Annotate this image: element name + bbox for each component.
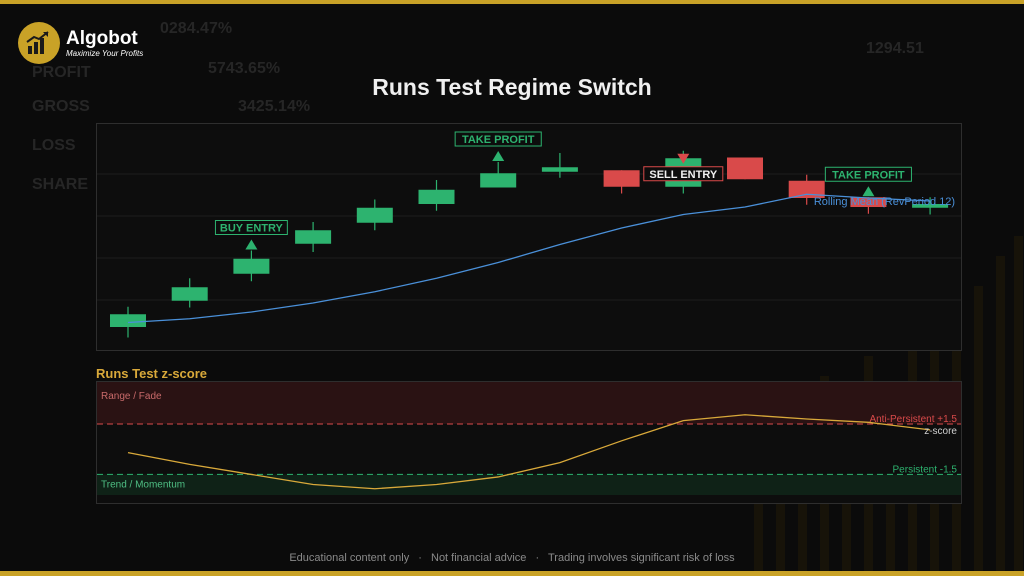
zone-label-range-fade: Range / Fade <box>101 391 162 402</box>
price-chart-panel: Rolling Mean (RevPeriod 12) BUY ENTRY TAKE… <box>96 123 962 351</box>
footer-separator-2: · <box>535 552 540 564</box>
bg-value-4: 1294.51 <box>866 40 924 57</box>
buy-marker-triangle <box>245 239 258 250</box>
candle-body <box>110 314 146 327</box>
footer-part-3: Trading involves significant risk of los… <box>547 552 735 564</box>
candle-body <box>171 287 208 301</box>
candle-body <box>233 258 270 274</box>
zone-label-trend-momentum: Trend / Momentum <box>101 479 185 490</box>
brand-header: Algobot Maximize Your Profits <box>18 22 143 64</box>
footer-part-2: Not financial advice <box>431 552 527 564</box>
threshold-label: Persistent -1.5 <box>893 464 958 475</box>
chart-growth-icon <box>26 31 49 54</box>
brand-name: Algobot <box>66 27 138 49</box>
candle-body <box>356 207 393 223</box>
candle-body <box>727 157 763 180</box>
bg-value-1: 0284.47% <box>160 20 233 37</box>
footer-separator-1: · <box>418 552 422 564</box>
algobot-logo <box>18 22 60 64</box>
page-title: Runs Test Regime Switch <box>372 74 652 100</box>
gold-frame-top <box>0 0 1024 4</box>
candle-body <box>541 167 578 172</box>
candle-body <box>603 170 640 187</box>
annotation-label: TAKE PROFIT <box>462 134 535 146</box>
annotation-label: SELL ENTRY <box>649 169 718 181</box>
candle-body <box>480 173 517 188</box>
price-chart: Rolling Mean (RevPeriod 12) BUY ENTRY TAKE… <box>97 131 961 338</box>
zscore-chart: Range / Fade Trend / Momentum Anti-Persist… <box>97 382 961 495</box>
zone-trend-momentum <box>97 474 961 495</box>
candle-body <box>295 230 332 244</box>
threshold-label: Anti-Persistent +1.5 <box>869 414 957 425</box>
buy-marker-triangle <box>862 186 875 197</box>
brand-tagline: Maximize Your Profits <box>66 48 144 58</box>
zone-range-fade <box>97 382 961 425</box>
annotation-label: BUY ENTRY <box>220 223 284 235</box>
disclaimer-footer: Educational content only · Not financial… <box>0 552 1024 564</box>
footer-part-1: Educational content only <box>289 552 410 564</box>
buy-marker-triangle <box>492 151 505 161</box>
bg-label-loss: LOSS <box>32 137 76 154</box>
zscore-series-label: z-score <box>924 426 957 437</box>
bg-label-share: SHARE <box>32 176 89 193</box>
zscore-panel-title: Runs Test z-score <box>96 366 208 381</box>
zscore-chart-panel: Range / Fade Trend / Momentum Anti-Persist… <box>96 381 962 504</box>
candle-body <box>418 189 455 204</box>
gold-frame-bottom <box>0 571 1024 576</box>
annotation-label: TAKE PROFIT <box>832 169 905 181</box>
rolling-mean-label: Rolling Mean (RevPeriod 12) <box>814 196 955 208</box>
